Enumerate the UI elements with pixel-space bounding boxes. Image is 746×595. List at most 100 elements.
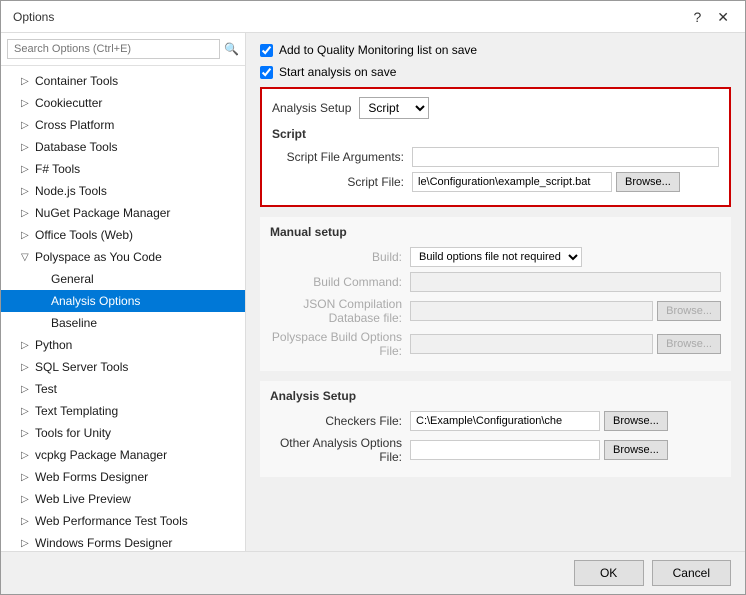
polyspace-build-browse-button[interactable]: Browse...: [657, 334, 721, 354]
left-panel: 🔍 ▷ Container Tools ▷ Cookiecutter ▷ Cro…: [1, 33, 246, 551]
footer: OK Cancel: [1, 551, 745, 594]
tree-item-analysis-options[interactable]: Analysis Options: [1, 290, 245, 312]
tree-item-text-templating[interactable]: ▷ Text Templating: [1, 400, 245, 422]
script-file-arguments-input[interactable]: [412, 147, 719, 167]
help-button[interactable]: ?: [689, 10, 705, 24]
polyspace-build-label: Polyspace Build Options File:: [270, 330, 410, 358]
ok-button[interactable]: OK: [574, 560, 644, 586]
tree-item-baseline[interactable]: Baseline: [1, 312, 245, 334]
options-dialog: Options ? ✕ 🔍 ▷ Container Tools ▷ Cookie…: [0, 0, 746, 595]
script-file-row: Script File: Browse...: [272, 172, 719, 192]
other-analysis-input[interactable]: [410, 440, 600, 460]
tree-label: vcpkg Package Manager: [35, 448, 167, 462]
build-command-input[interactable]: [410, 272, 721, 292]
tree-item-polyspace[interactable]: ▽ Polyspace as You Code: [1, 246, 245, 268]
tree-item-web-live-preview[interactable]: ▷ Web Live Preview: [1, 488, 245, 510]
tree-item-office-tools[interactable]: ▷ Office Tools (Web): [1, 224, 245, 246]
tree-label: Web Performance Test Tools: [35, 514, 188, 528]
tree-item-nodejs-tools[interactable]: ▷ Node.js Tools: [1, 180, 245, 202]
tree-item-general[interactable]: General: [1, 268, 245, 290]
tree-item-tools-for-unity[interactable]: ▷ Tools for Unity: [1, 422, 245, 444]
cancel-button[interactable]: Cancel: [652, 560, 731, 586]
other-analysis-label: Other Analysis Options File:: [270, 436, 410, 464]
expand-icon: ▷: [21, 428, 35, 439]
tree-item-fsharp-tools[interactable]: ▷ F# Tools: [1, 158, 245, 180]
search-input[interactable]: [7, 39, 220, 59]
build-command-label: Build Command:: [270, 275, 410, 289]
checkers-file-row: Checkers File: Browse...: [270, 411, 721, 431]
script-file-browse-button[interactable]: Browse...: [616, 172, 680, 192]
start-analysis-label[interactable]: Start analysis on save: [279, 65, 396, 79]
expand-icon: ▷: [21, 186, 35, 197]
tree-item-python[interactable]: ▷ Python: [1, 334, 245, 356]
expand-icon: [37, 318, 51, 329]
expand-icon: ▷: [21, 76, 35, 87]
tree-label: Node.js Tools: [35, 184, 107, 198]
other-analysis-browse-button[interactable]: Browse...: [604, 440, 668, 460]
json-db-browse-button[interactable]: Browse...: [657, 301, 721, 321]
title-bar-left: Options: [13, 10, 54, 24]
tree-item-cookiecutter[interactable]: ▷ Cookiecutter: [1, 92, 245, 114]
expand-icon: ▽: [21, 252, 35, 263]
tree-item-database-tools[interactable]: ▷ Database Tools: [1, 136, 245, 158]
tree-label: Container Tools: [35, 74, 118, 88]
checkers-file-label: Checkers File:: [270, 414, 410, 428]
close-button[interactable]: ✕: [713, 10, 733, 24]
setup-dropdown[interactable]: Script Manual: [359, 97, 429, 119]
tree-label: F# Tools: [35, 162, 80, 176]
tree-item-web-forms-designer[interactable]: ▷ Web Forms Designer: [1, 466, 245, 488]
tree-item-container-tools[interactable]: ▷ Container Tools: [1, 70, 245, 92]
tree-label: Windows Forms Designer: [35, 536, 172, 550]
expand-icon: ▷: [21, 384, 35, 395]
expand-icon: ▷: [21, 516, 35, 527]
expand-icon: ▷: [21, 164, 35, 175]
checkers-file-input[interactable]: [410, 411, 600, 431]
expand-icon: ▷: [21, 208, 35, 219]
tree-item-web-performance-test[interactable]: ▷ Web Performance Test Tools: [1, 510, 245, 532]
tree-label: Tools for Unity: [35, 426, 111, 440]
setup-header-label: Analysis Setup: [272, 101, 351, 115]
tree-item-cross-platform[interactable]: ▷ Cross Platform: [1, 114, 245, 136]
json-db-input[interactable]: [410, 301, 653, 321]
json-db-row: JSON Compilation Database file: Browse..…: [270, 297, 721, 325]
expand-icon: ▷: [21, 120, 35, 131]
build-command-row: Build Command:: [270, 272, 721, 292]
tree-label: Python: [35, 338, 72, 352]
checkbox-row-start-analysis: Start analysis on save: [260, 65, 731, 79]
dialog-title: Options: [13, 10, 54, 24]
analysis-setup-section2: Analysis Setup Checkers File: Browse... …: [260, 381, 731, 477]
tree-label: Cookiecutter: [35, 96, 102, 110]
tree-label: Web Live Preview: [35, 492, 131, 506]
tree-item-sql-server[interactable]: ▷ SQL Server Tools: [1, 356, 245, 378]
tree-label: Polyspace as You Code: [35, 250, 162, 264]
script-file-input[interactable]: [412, 172, 612, 192]
other-analysis-row: Other Analysis Options File: Browse...: [270, 436, 721, 464]
expand-icon: [37, 296, 51, 307]
tree-label: Text Templating: [35, 404, 118, 418]
add-to-quality-checkbox[interactable]: [260, 44, 273, 57]
tree-item-windows-forms-designer[interactable]: ▷ Windows Forms Designer: [1, 532, 245, 551]
tree-item-vcpkg[interactable]: ▷ vcpkg Package Manager: [1, 444, 245, 466]
expand-icon: [37, 274, 51, 285]
build-row: Build: Build options file not required: [270, 247, 721, 267]
analysis-setup-box: Analysis Setup Script Manual Script Scri…: [260, 87, 731, 207]
tree-item-test[interactable]: ▷ Test: [1, 378, 245, 400]
manual-setup-section: Manual setup Build: Build options file n…: [260, 217, 731, 371]
right-panel: Add to Quality Monitoring list on save S…: [246, 33, 745, 551]
start-analysis-checkbox[interactable]: [260, 66, 273, 79]
tree-label: NuGet Package Manager: [35, 206, 170, 220]
json-db-label: JSON Compilation Database file:: [270, 297, 410, 325]
add-to-quality-label[interactable]: Add to Quality Monitoring list on save: [279, 43, 477, 57]
expand-icon: ▷: [21, 406, 35, 417]
polyspace-build-input[interactable]: [410, 334, 653, 354]
analysis-setup2-title: Analysis Setup: [270, 389, 721, 403]
checkers-file-browse-button[interactable]: Browse...: [604, 411, 668, 431]
tree-item-nuget[interactable]: ▷ NuGet Package Manager: [1, 202, 245, 224]
tree-label: SQL Server Tools: [35, 360, 128, 374]
expand-icon: ▷: [21, 340, 35, 351]
title-bar: Options ? ✕: [1, 1, 745, 33]
title-bar-controls: ? ✕: [689, 10, 733, 24]
build-dropdown[interactable]: Build options file not required: [410, 247, 582, 267]
expand-icon: ▷: [21, 362, 35, 373]
tree-label: Baseline: [51, 316, 97, 330]
